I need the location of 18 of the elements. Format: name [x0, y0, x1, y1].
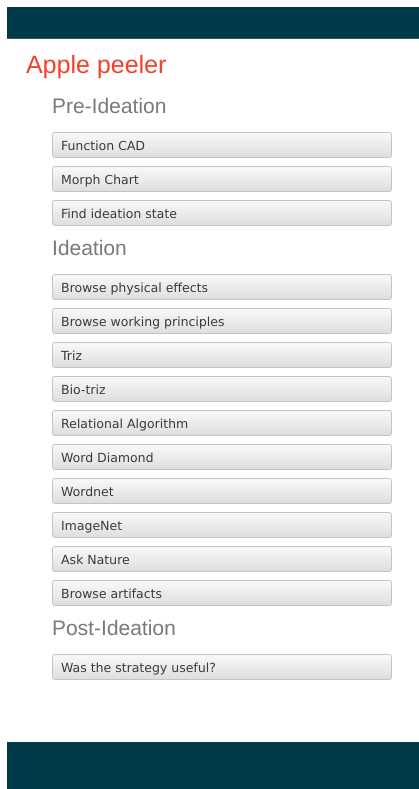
section-heading: Ideation	[52, 236, 128, 262]
tool-button[interactable]: Morph Chart	[52, 166, 392, 192]
section-heading: Pre-Ideation	[52, 94, 168, 120]
tool-button[interactable]: Bio-triz	[52, 376, 392, 402]
section-heading: Post-Ideation	[52, 616, 177, 642]
tool-button[interactable]: Word Diamond	[52, 444, 392, 470]
tool-button[interactable]: Ask Nature	[52, 546, 392, 572]
tool-button[interactable]: Triz	[52, 342, 392, 368]
tool-button[interactable]: Browse artifacts	[52, 580, 392, 606]
tool-button[interactable]: Function CAD	[52, 132, 392, 158]
tool-button[interactable]: Find ideation state	[52, 200, 392, 226]
tool-button[interactable]: ImageNet	[52, 512, 392, 538]
tool-button[interactable]: Wordnet	[52, 478, 392, 504]
tool-button[interactable]: Relational Algorithm	[52, 410, 392, 436]
tool-button[interactable]: Was the strategy useful?	[52, 654, 392, 680]
tool-button[interactable]: Browse working principles	[52, 308, 392, 334]
tool-button[interactable]: Browse physical effects	[52, 274, 392, 300]
page-title: Apple peeler	[26, 50, 168, 80]
